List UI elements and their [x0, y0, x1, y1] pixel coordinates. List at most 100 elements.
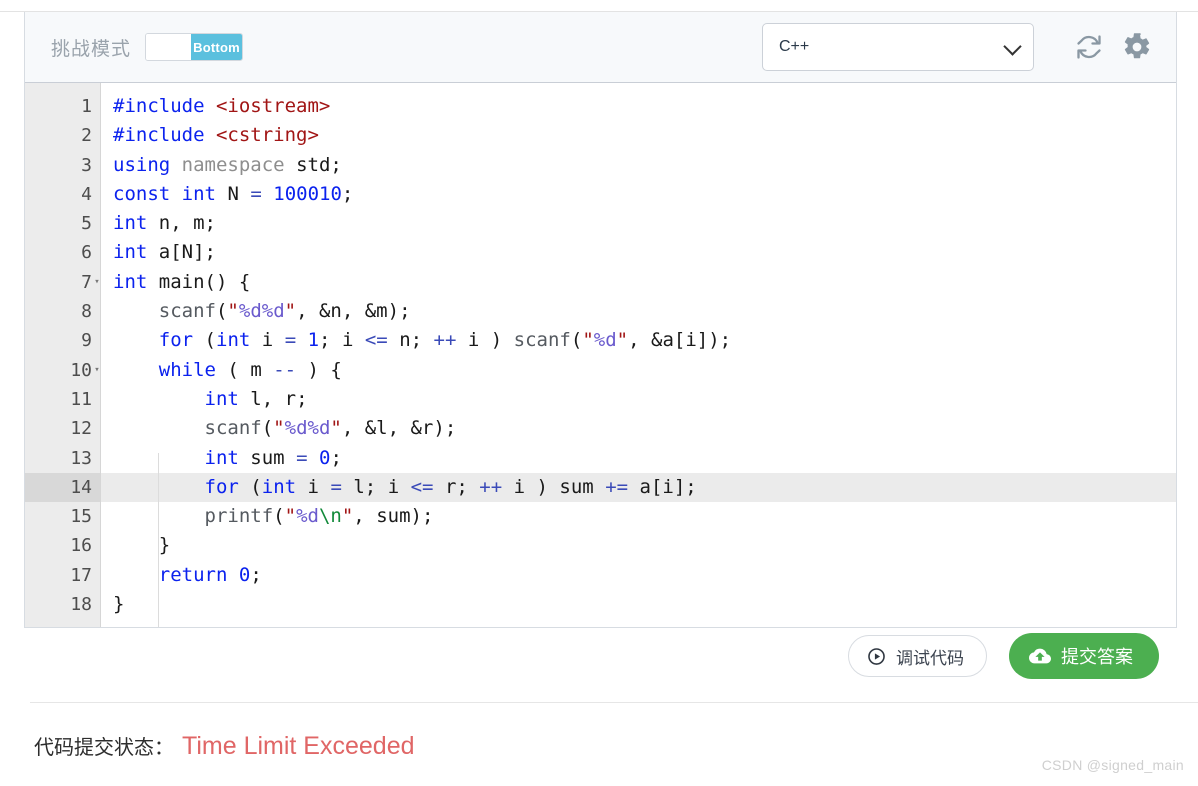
line-number: 9 — [81, 330, 92, 352]
challenge-mode-toggle[interactable]: Bottom — [145, 33, 244, 61]
code-token: = — [284, 329, 297, 352]
code-token: m — [250, 358, 262, 381]
code-line[interactable]: #include <iostream> — [101, 92, 1176, 121]
code-token: <= — [364, 329, 388, 352]
code-token: int — [181, 182, 216, 205]
code-token: 0 — [238, 563, 251, 586]
refresh-icon[interactable] — [1072, 30, 1106, 64]
code-token: ; — [341, 182, 354, 205]
code-token: ( — [570, 329, 583, 352]
code-token: sum — [559, 475, 594, 498]
code-line[interactable]: const int N = 100010; — [101, 180, 1176, 209]
code-line[interactable]: for (int i = l; i <= r; ++ i ) sum += a[… — [101, 472, 1176, 503]
toggle-on-label[interactable]: Bottom — [191, 34, 243, 60]
code-token: ++ — [433, 329, 457, 352]
code-token: %d — [296, 505, 319, 528]
code-token: l, r — [250, 387, 297, 410]
code-line[interactable]: scanf("%d%d", &n, &m); — [101, 297, 1176, 326]
code-line[interactable]: } — [101, 531, 1176, 560]
gear-icon[interactable] — [1120, 30, 1154, 64]
code-token: } — [113, 593, 125, 616]
code-token: l — [353, 475, 365, 498]
line-number: 15 — [70, 506, 92, 528]
code-token: " — [284, 300, 297, 323]
code-token: a[N] — [158, 241, 205, 264]
code-token: for — [204, 475, 239, 498]
submit-answer-button[interactable]: 提交答案 — [1009, 633, 1159, 679]
code-token: i — [467, 329, 480, 352]
code-token: ; — [319, 329, 342, 352]
editor-toolbar: 挑战模式 Bottom C++ — [25, 12, 1176, 83]
line-number: 12 — [70, 418, 92, 440]
line-number: 4 — [81, 183, 92, 205]
code-token: sum — [376, 505, 411, 528]
code-line[interactable]: int l, r; — [101, 385, 1176, 414]
code-token: ; — [685, 475, 697, 498]
code-token: " — [341, 505, 354, 528]
language-select[interactable]: C++ — [762, 23, 1034, 71]
code-token: i — [307, 475, 319, 498]
code-token: } — [158, 534, 171, 557]
code-token: ; — [410, 329, 434, 352]
code-token: i — [513, 475, 526, 498]
code-token: int — [113, 270, 148, 293]
code-token: &n, &m — [318, 300, 388, 323]
code-token: const — [113, 182, 171, 205]
code-token: ); — [708, 329, 732, 352]
line-number: 11 — [70, 388, 92, 410]
code-token: 100010 — [273, 182, 342, 205]
code-token: " — [273, 417, 285, 440]
code-token: 1 — [307, 329, 320, 352]
code-line[interactable]: #include <cstring> — [101, 121, 1176, 150]
code-editor[interactable]: 1 2 3 4 5 6 7 ▾ 8 9 10 ▾ 11 12 13 14 15 16 17 18 #include <… — [25, 83, 1176, 628]
code-line[interactable]: while ( m -- ) { — [101, 356, 1176, 385]
code-token: " — [582, 329, 594, 352]
toggle-off-half[interactable] — [146, 34, 192, 60]
code-line[interactable]: return 0; — [101, 561, 1176, 590]
code-token: 0 — [318, 446, 331, 469]
code-line[interactable]: for (int i = 1; i <= n; ++ i ) scanf("%d… — [101, 326, 1176, 355]
code-line[interactable]: using namespace std; — [101, 151, 1176, 180]
code-line[interactable]: printf("%d\n", sum); — [101, 502, 1176, 531]
code-token: #include — [113, 95, 205, 117]
code-token: ) — [479, 329, 514, 352]
line-number: 10 ▾ — [25, 356, 100, 385]
code-token: a[i] — [639, 475, 686, 498]
code-token: return — [158, 563, 228, 586]
code-line[interactable]: int n, m; — [101, 209, 1176, 238]
code-token: ); — [410, 505, 434, 528]
code-token: () { — [204, 270, 251, 293]
code-line[interactable]: int a[N]; — [101, 238, 1176, 267]
code-token: ( — [227, 358, 251, 381]
submit-answer-label: 提交答案 — [1061, 647, 1133, 667]
debug-code-button[interactable]: 调试代码 — [848, 635, 987, 677]
code-line[interactable]: } — [101, 590, 1176, 619]
code-token: , — [296, 300, 319, 323]
code-token: sum — [250, 446, 285, 469]
code-token: &a[i] — [651, 329, 709, 352]
code-line[interactable]: int sum = 0; — [101, 444, 1176, 473]
code-token: ++ — [479, 475, 503, 498]
line-number: 13 — [70, 447, 92, 469]
code-token: using — [113, 153, 171, 176]
line-number: 8 — [81, 301, 92, 323]
code-token: scanf — [158, 300, 216, 323]
code-line[interactable]: scanf("%d%d", &l, &r); — [101, 414, 1176, 443]
code-line[interactable]: int main() { — [101, 268, 1176, 297]
code-content[interactable]: #include <iostream> #include <cstring> usi… — [101, 83, 1176, 628]
